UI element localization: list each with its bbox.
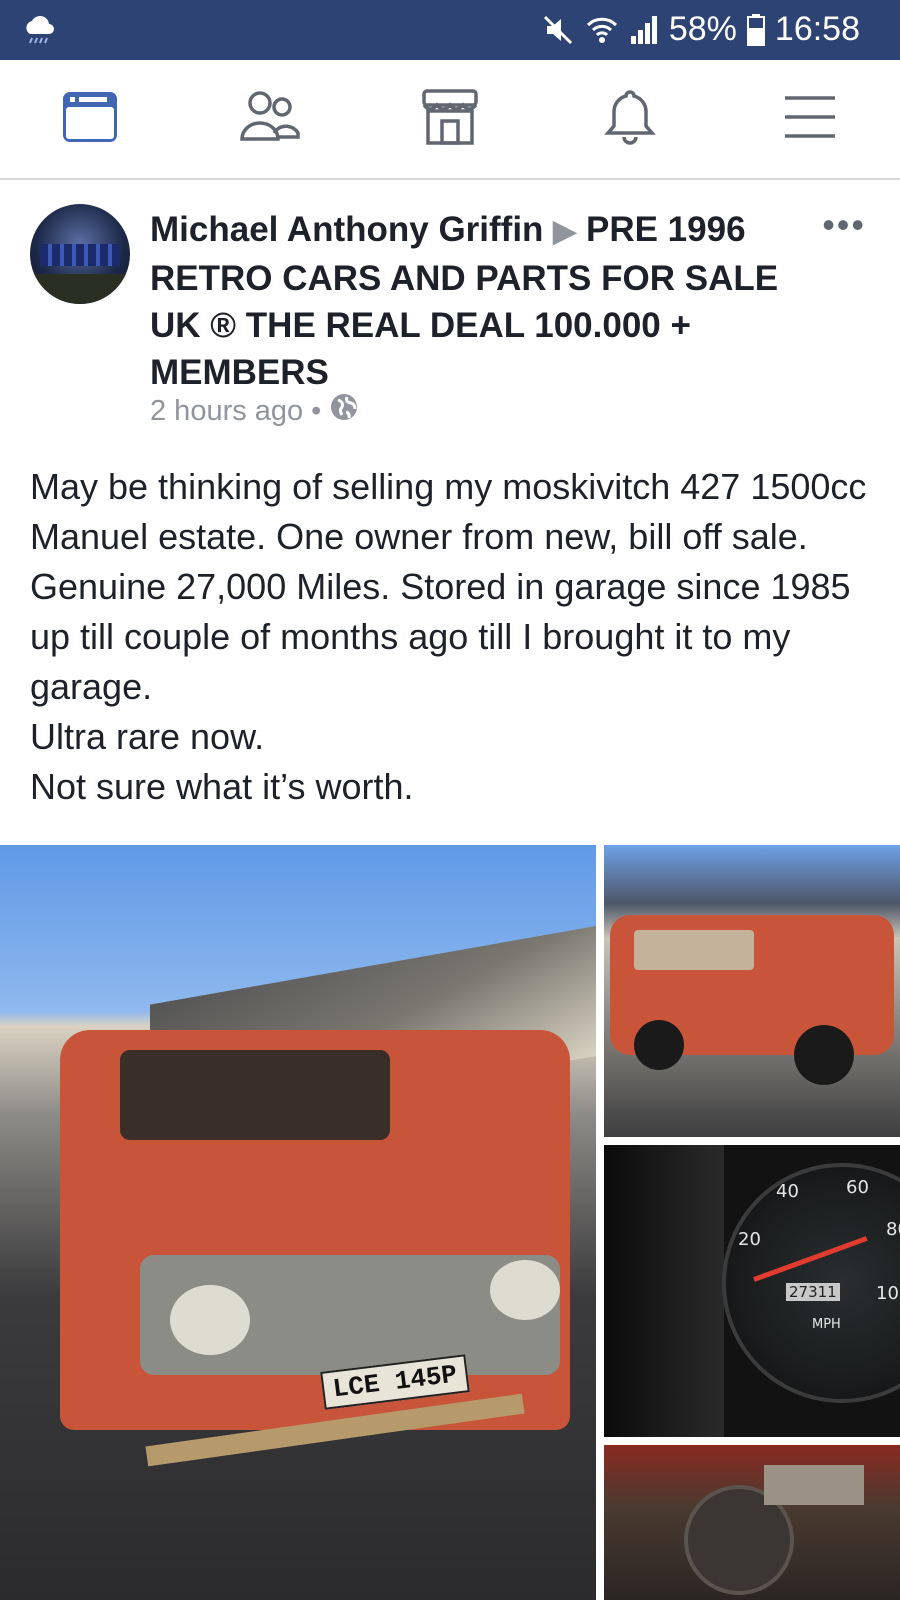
- bell-icon: [602, 87, 658, 152]
- more-options-button[interactable]: •••: [822, 204, 866, 246]
- friends-icon: [238, 87, 302, 152]
- weather-cloud-icon: [22, 14, 56, 49]
- marketplace-tab[interactable]: [395, 69, 505, 169]
- post-paragraph: Ultra rare now.: [30, 716, 265, 757]
- post-title: Michael Anthony Griffin ▶ PRE 1996 RETRO…: [150, 206, 790, 396]
- gauge-label: 20: [738, 1229, 761, 1250]
- gauge-unit: MPH: [812, 1317, 841, 1332]
- main-car-photo[interactable]: LCE 145P: [0, 845, 596, 1600]
- marketplace-icon: [420, 87, 480, 152]
- odometer: 27311: [786, 1283, 840, 1301]
- post-paragraph: May be thinking of selling my moskivitch…: [30, 466, 877, 707]
- engine-bay-photo[interactable]: [604, 1445, 900, 1600]
- meta-separator: •: [311, 394, 322, 427]
- post-header: Michael Anthony Griffin ▶ PRE 1996 RETRO…: [30, 204, 870, 444]
- menu-tab[interactable]: [755, 69, 865, 169]
- notifications-tab[interactable]: [575, 69, 685, 169]
- news-feed-icon: [60, 87, 120, 152]
- post-body: May be thinking of selling my moskivitch…: [30, 462, 880, 812]
- gauge-label: 60: [846, 1177, 869, 1198]
- shared-to-arrow-icon: ▶: [553, 215, 577, 248]
- status-bar: 58% 16:58: [0, 0, 900, 60]
- gauge-label: 10: [876, 1283, 899, 1304]
- gauge-label: 80: [886, 1219, 900, 1240]
- friends-tab[interactable]: [215, 69, 325, 169]
- photo-grid: LCE 145P 20 40 60 80 10 27311 MPH: [0, 845, 900, 1600]
- mute-icon: [541, 13, 575, 47]
- speedometer-photo[interactable]: 20 40 60 80 10 27311 MPH: [604, 1145, 900, 1437]
- hamburger-menu-icon: [782, 92, 838, 147]
- clock: 16:58: [774, 10, 860, 48]
- battery-icon: [746, 13, 765, 46]
- news-feed-tab[interactable]: [35, 69, 145, 169]
- avatar[interactable]: [30, 204, 130, 304]
- post-paragraph: Not sure what it’s worth.: [30, 766, 414, 807]
- speedometer-needle: [753, 1236, 868, 1282]
- author-name[interactable]: Michael Anthony Griffin: [150, 210, 543, 249]
- signal-icon: [629, 14, 659, 46]
- top-navigation: [0, 60, 900, 180]
- wifi-icon: [585, 13, 619, 47]
- post-meta: 2 hours ago •: [150, 392, 359, 430]
- speedometer-gauge: 20 40 60 80 10 27311 MPH: [722, 1163, 900, 1403]
- side-car-photo[interactable]: [604, 845, 900, 1137]
- post-timestamp[interactable]: 2 hours ago: [150, 395, 303, 428]
- gauge-label: 40: [776, 1181, 799, 1202]
- globe-icon: [329, 392, 359, 430]
- battery-percent: 58%: [668, 10, 737, 48]
- status-icons: 58% 16:58: [541, 10, 860, 49]
